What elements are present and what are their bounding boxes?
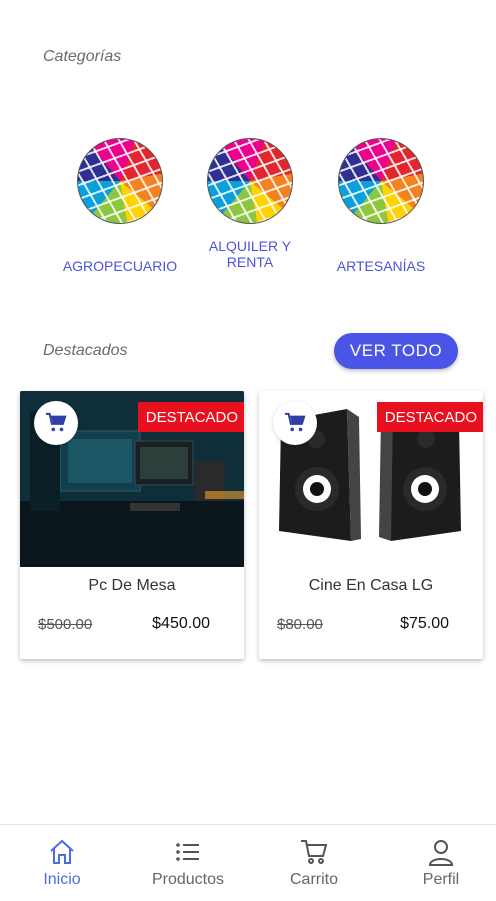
nav-item-productos[interactable]: Productos [126,837,250,889]
featured-title: Destacados [43,342,128,359]
category-logo-icon [77,138,163,224]
nav-label: Productos [151,871,225,888]
see-all-button[interactable]: VER TODO [334,333,458,369]
add-to-cart-button[interactable] [34,401,78,445]
nav-item-perfil[interactable]: Perfil [379,837,496,889]
category-label: AGROPECUARIO [62,258,178,274]
bottom-nav: Inicio Productos Carrito Perfil [0,824,496,901]
featured-badge: DESTACADO [137,402,244,432]
nav-label: Inicio [43,871,81,888]
product-name: Pc De Mesa [88,577,176,594]
user-icon [428,840,454,866]
product-card[interactable]: DESTACADO Cine En Casa LG $80.00 $75.00 [259,391,483,659]
cart-icon [284,412,306,432]
product-price: $450.00 [152,615,210,632]
category-item-artesanias[interactable]: ARTESANÍAS [316,138,446,274]
nav-item-inicio[interactable]: Inicio [0,837,124,889]
list-icon [176,843,199,861]
product-old-price: $500.00 [38,616,93,633]
nav-label: Carrito [289,871,338,888]
cart-icon [301,840,328,864]
category-logo-icon [338,138,424,224]
categories-title: Categorías [43,48,122,65]
add-to-cart-button[interactable] [273,401,317,445]
cart-icon [45,412,67,432]
product-old-price: $80.00 [277,616,323,633]
home-icon [50,839,74,864]
category-item-agropecuario[interactable]: AGROPECUARIO [55,138,185,274]
category-item-alquiler[interactable]: ALQUILER Y RENTA [185,138,315,270]
nav-label: Perfil [422,871,460,888]
category-label: ALQUILER Y RENTA [208,238,292,270]
product-name: Cine En Casa LG [308,577,434,594]
product-price: $75.00 [400,615,449,632]
nav-item-carrito[interactable]: Carrito [252,837,376,889]
category-label: ARTESANÍAS [336,258,426,274]
featured-badge: DESTACADO [376,402,483,432]
category-logo-icon [207,138,293,224]
product-card[interactable]: DESTACADO Pc De Mesa $500.00 $450.00 [20,391,244,659]
